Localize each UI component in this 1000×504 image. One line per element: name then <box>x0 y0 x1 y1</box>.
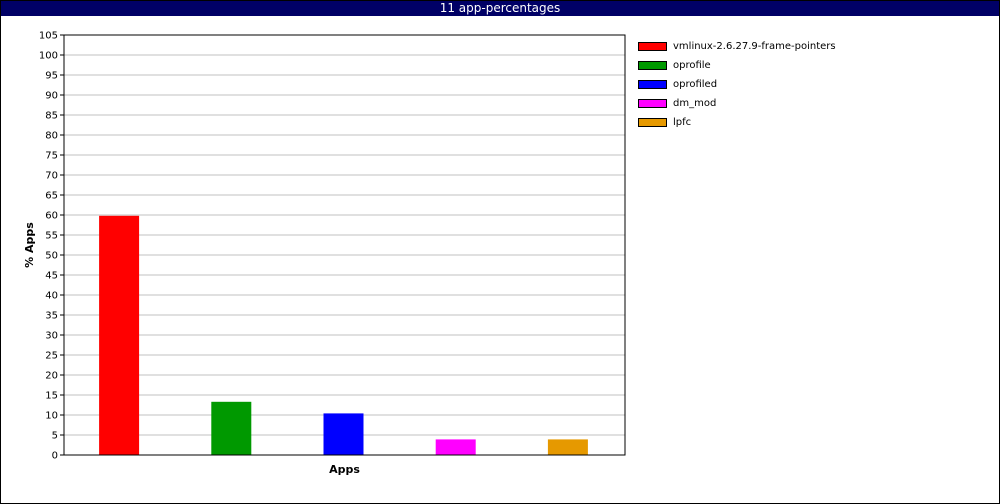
legend-item: dm_mod <box>638 94 836 113</box>
legend-label: oprofiled <box>673 78 718 90</box>
y-tick-label: 50 <box>45 251 58 262</box>
legend-label: vmlinux-2.6.27.9-frame-pointers <box>673 40 836 52</box>
y-tick-label: 90 <box>45 91 58 102</box>
y-tick-label: 60 <box>45 211 58 222</box>
legend-item: vmlinux-2.6.27.9-frame-pointers <box>638 37 836 56</box>
bar-chart: 0 5 10 15 20 25 30 35 40 45 50 55 60 65 70 75 80 85 90 95 10… <box>23 31 626 476</box>
legend-label: dm_mod <box>673 97 717 109</box>
plot-area <box>63 34 626 456</box>
legend-item: oprofile <box>638 56 836 75</box>
y-tick-label: 45 <box>45 271 58 282</box>
legend-item: lpfc <box>638 113 836 132</box>
y-tick-label: 80 <box>45 131 58 142</box>
y-tick-label: 35 <box>45 311 58 322</box>
legend-swatch <box>638 99 667 108</box>
bar-oprofiled <box>323 413 364 455</box>
x-axis-label: Apps <box>329 463 360 476</box>
bar-vmlinux-2.6.27.9-frame-pointers <box>99 215 140 455</box>
y-tick-label: 20 <box>45 371 58 382</box>
y-tick-label: 5 <box>52 431 58 442</box>
y-tick-label: 70 <box>45 171 58 182</box>
y-tick-label: 75 <box>45 151 58 162</box>
y-tick-label: 25 <box>45 351 58 362</box>
y-tick-label: 100 <box>39 51 58 62</box>
bar-lpfc <box>547 439 588 455</box>
y-tick-label: 10 <box>45 411 58 422</box>
y-tick-label: 30 <box>45 331 58 342</box>
legend-swatch <box>638 118 667 127</box>
chart-legend: vmlinux-2.6.27.9-frame-pointers oprofile o… <box>638 37 836 132</box>
legend-item: oprofiled <box>638 75 836 94</box>
y-tick-label: 65 <box>45 191 58 202</box>
legend-label: lpfc <box>673 116 692 128</box>
y-tick-label: 40 <box>45 291 58 302</box>
legend-swatch <box>638 80 667 89</box>
legend-swatch <box>638 42 667 51</box>
bar-dm_mod <box>435 439 476 455</box>
legend-label: oprofile <box>673 59 711 71</box>
y-tick-label: 85 <box>45 111 58 122</box>
bar-oprofile <box>211 401 252 455</box>
y-tick-label: 95 <box>45 71 58 82</box>
y-tick-label: 105 <box>39 31 58 42</box>
y-axis-label: % Apps <box>23 222 36 268</box>
y-tick-label: 55 <box>45 231 58 242</box>
y-tick-label: 0 <box>52 451 58 462</box>
y-tick-label: 15 <box>45 391 58 402</box>
legend-swatch <box>638 61 667 70</box>
